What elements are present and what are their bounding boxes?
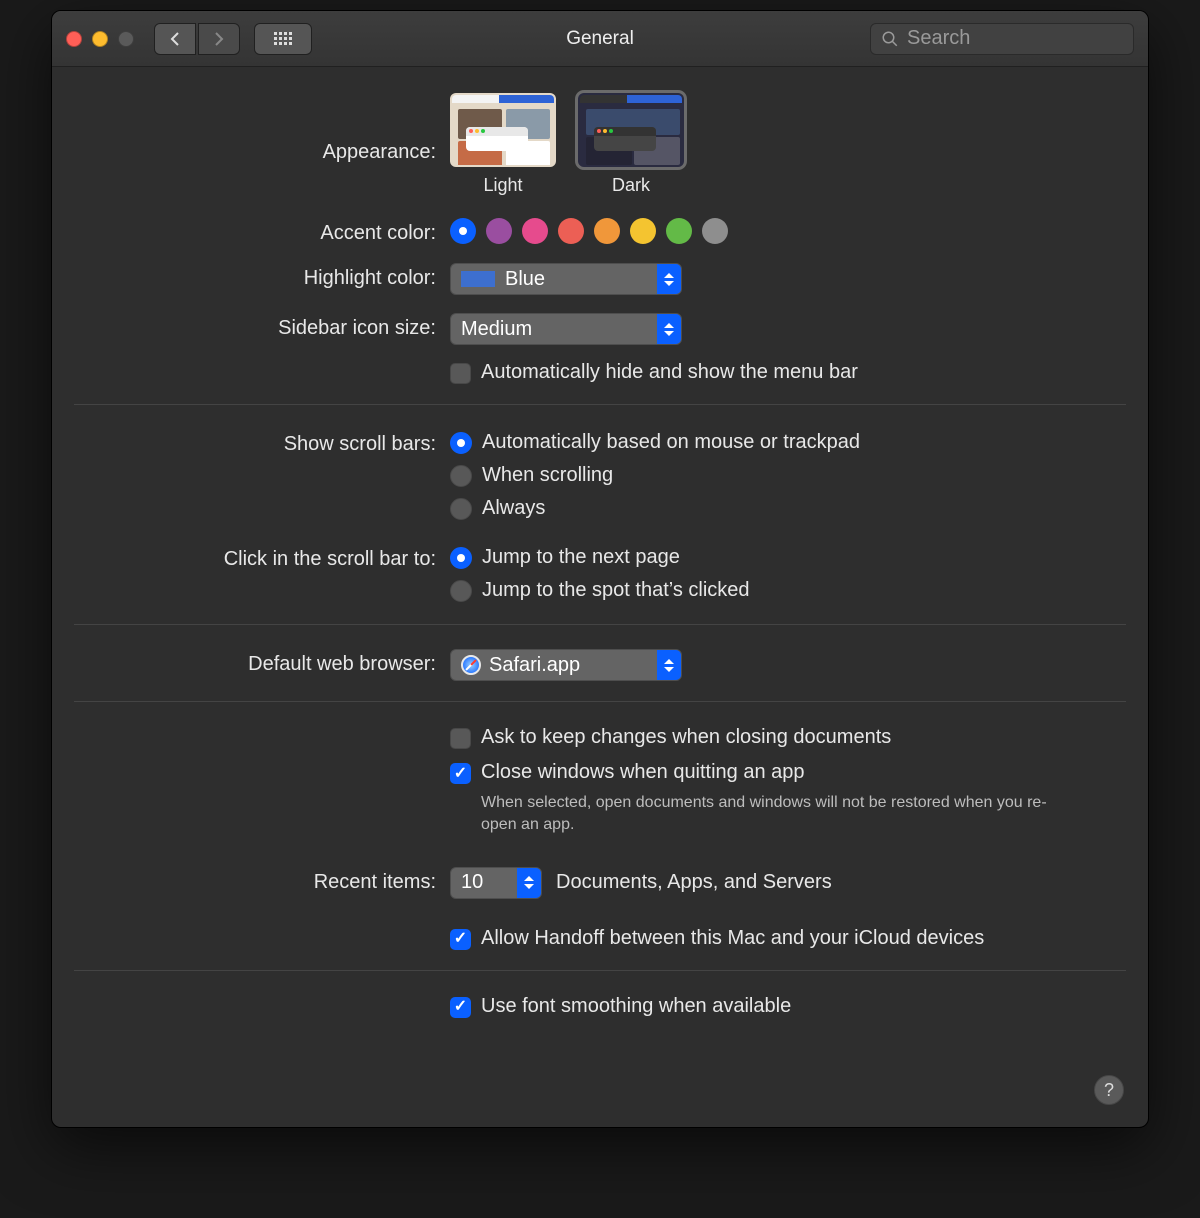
auto-hide-menubar-label: Automatically hide and show the menu bar xyxy=(481,361,858,384)
radio-icon xyxy=(450,498,472,520)
accent-color-option[interactable] xyxy=(486,218,512,244)
scroll-bars-label: Show scroll bars: xyxy=(52,429,450,456)
accent-color-option[interactable] xyxy=(522,218,548,244)
recent-items-suffix: Documents, Apps, and Servers xyxy=(556,871,832,894)
chevron-up-down-icon xyxy=(657,264,681,294)
sidebar-icon-size-value: Medium xyxy=(461,318,532,341)
handoff-label: Allow Handoff between this Mac and your … xyxy=(481,927,984,950)
highlight-color-value: Blue xyxy=(505,268,545,291)
accent-color-label: Accent color: xyxy=(52,218,450,245)
appearance-dark-option[interactable]: Dark xyxy=(578,93,684,196)
divider xyxy=(74,701,1126,702)
ask-keep-changes-checkbox[interactable]: Ask to keep changes when closing documen… xyxy=(450,726,1120,749)
grid-icon xyxy=(274,32,292,45)
appearance-label: Appearance: xyxy=(52,93,450,164)
appearance-dark-label: Dark xyxy=(612,175,650,196)
chevron-up-down-icon xyxy=(657,650,681,680)
titlebar: General Search xyxy=(52,11,1148,67)
appearance-light-label: Light xyxy=(483,175,522,196)
forward-button[interactable] xyxy=(198,23,240,55)
show-all-button[interactable] xyxy=(254,23,312,55)
zoom-window-button[interactable] xyxy=(118,31,134,47)
minimize-window-button[interactable] xyxy=(92,31,108,47)
safari-icon xyxy=(461,655,481,675)
appearance-options: Light Dark xyxy=(450,93,1120,196)
radio-icon xyxy=(450,465,472,487)
close-windows-hint: When selected, open documents and window… xyxy=(450,792,1050,837)
help-icon: ? xyxy=(1104,1080,1114,1101)
appearance-light-option[interactable]: Light xyxy=(450,93,556,196)
chevron-right-icon xyxy=(213,31,225,47)
radio-label: Jump to the spot that’s clicked xyxy=(482,579,750,602)
recent-items-select[interactable]: 10 xyxy=(450,867,542,899)
close-windows-label: Close windows when quitting an app xyxy=(481,761,805,784)
scroll-click-label: Click in the scroll bar to: xyxy=(52,544,450,571)
radio-label: Automatically based on mouse or trackpad xyxy=(482,431,860,454)
back-button[interactable] xyxy=(154,23,196,55)
radio-option[interactable]: When scrolling xyxy=(450,462,1120,489)
sidebar-icon-size-select[interactable]: Medium xyxy=(450,313,682,345)
font-smoothing-label: Use font smoothing when available xyxy=(481,995,791,1018)
accent-color-option[interactable] xyxy=(594,218,620,244)
help-button[interactable]: ? xyxy=(1094,1075,1124,1105)
search-placeholder: Search xyxy=(907,27,970,50)
default-browser-value: Safari.app xyxy=(489,654,580,677)
chevron-up-down-icon xyxy=(517,868,541,898)
window-title: General xyxy=(566,28,634,50)
close-windows-checkbox[interactable]: Close windows when quitting an app xyxy=(450,761,1120,784)
recent-items-value: 10 xyxy=(461,871,483,894)
font-smoothing-checkbox[interactable]: Use font smoothing when available xyxy=(450,995,1120,1018)
sidebar-icon-size-label: Sidebar icon size: xyxy=(52,313,450,340)
ask-keep-changes-label: Ask to keep changes when closing documen… xyxy=(481,726,891,749)
window-controls xyxy=(66,31,134,47)
radio-label: When scrolling xyxy=(482,464,613,487)
accent-color-option[interactable] xyxy=(630,218,656,244)
chevron-up-down-icon xyxy=(657,314,681,344)
radio-option[interactable]: Automatically based on mouse or trackpad xyxy=(450,429,1120,456)
accent-color-picker xyxy=(450,218,1120,244)
radio-option[interactable]: Jump to the next page xyxy=(450,544,1120,571)
accent-color-option[interactable] xyxy=(450,218,476,244)
default-browser-label: Default web browser: xyxy=(52,649,450,676)
accent-color-option[interactable] xyxy=(702,218,728,244)
search-field[interactable]: Search xyxy=(870,23,1134,55)
radio-icon xyxy=(450,580,472,602)
radio-icon xyxy=(450,547,472,569)
divider xyxy=(74,624,1126,625)
radio-option[interactable]: Always xyxy=(450,495,1120,522)
recent-items-label: Recent items: xyxy=(52,867,450,894)
search-icon xyxy=(881,30,899,48)
divider xyxy=(74,404,1126,405)
chevron-left-icon xyxy=(169,31,181,47)
auto-hide-menubar-checkbox[interactable]: Automatically hide and show the menu bar xyxy=(450,361,1120,384)
divider xyxy=(74,970,1126,971)
light-preview-icon xyxy=(450,93,556,167)
radio-icon xyxy=(450,432,472,454)
dark-preview-icon xyxy=(578,93,684,167)
radio-label: Always xyxy=(482,497,545,520)
accent-color-option[interactable] xyxy=(558,218,584,244)
radio-option[interactable]: Jump to the spot that’s clicked xyxy=(450,577,1120,604)
highlight-color-swatch xyxy=(461,271,495,287)
radio-label: Jump to the next page xyxy=(482,546,680,569)
handoff-checkbox[interactable]: Allow Handoff between this Mac and your … xyxy=(450,927,1120,950)
highlight-color-label: Highlight color: xyxy=(52,263,450,290)
default-browser-select[interactable]: Safari.app xyxy=(450,649,682,681)
close-window-button[interactable] xyxy=(66,31,82,47)
highlight-color-select[interactable]: Blue xyxy=(450,263,682,295)
preferences-window: General Search Appearance: Light xyxy=(51,10,1149,1128)
accent-color-option[interactable] xyxy=(666,218,692,244)
nav-buttons xyxy=(154,23,240,55)
preferences-body: Appearance: Light xyxy=(52,67,1148,1024)
